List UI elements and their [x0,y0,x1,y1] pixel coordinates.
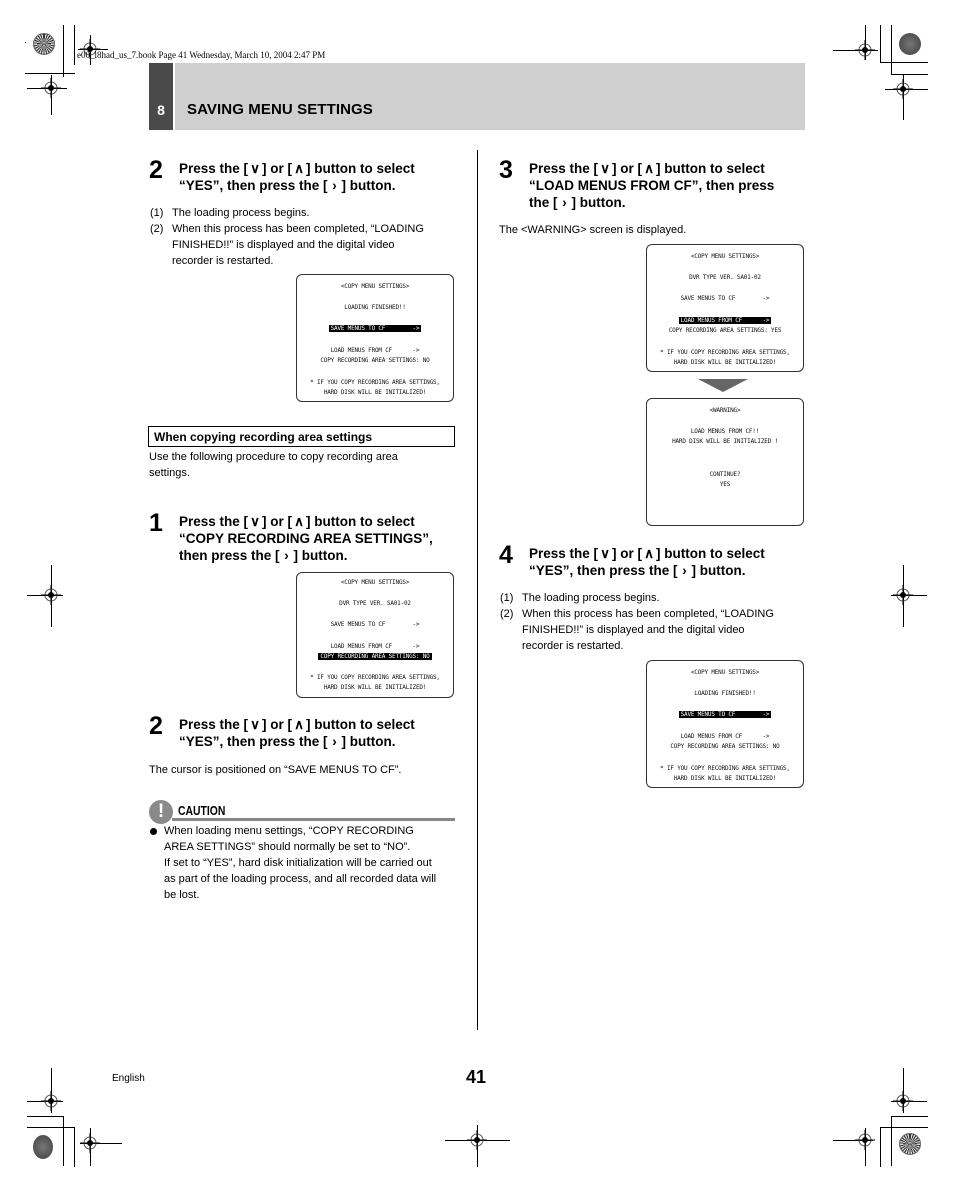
up-button-icon: ∧ [294,717,304,732]
subsection-title-box: When copying recording area settings [148,426,455,447]
chapter-number: 8 [157,102,165,118]
step-note: The <WARNING> screen is displayed. [499,224,687,236]
page-number: 41 [466,1067,487,1087]
osd-screen-copy-settings: <COPY MENU SETTINGS> DVR TYPE VER. SA01-… [296,572,454,698]
caution-label: CAUTION [178,803,226,818]
column-divider [477,150,478,1030]
down-button-icon: ∨ [600,546,610,561]
step-number: 4 [499,541,513,569]
right-button-icon: › [332,734,337,749]
down-button-icon: ∨ [250,161,260,176]
step-number: 2 [149,712,163,740]
right-button-icon: › [284,548,289,563]
subsection-title: When copying recording area settings [154,430,373,444]
up-button-icon: ∧ [644,161,654,176]
osd-screen-warning: <WARNING> LOAD MENUS FROM CF!! HARD DISK… [646,398,804,526]
list-item: (2) When this process has been completed,… [150,223,424,267]
chapter-number-box: 8 [149,63,173,130]
bullet-icon [150,828,157,835]
arrow-down-icon [698,379,748,392]
footer-language: English [112,1073,145,1084]
highlighted-menu-item: LOAD MENUS FROM CF -> [678,317,772,324]
step-note: The cursor is positioned on “SAVE MENUS … [149,764,402,776]
color-target-icon [33,1135,53,1159]
step-number: 2 [149,156,163,184]
osd-screen-loading-finished-final: <COPY MENU SETTINGS> LOADING FINISHED!! … [646,660,804,788]
caution-icon: ! [149,800,173,824]
list-item: (1) The loading process begins. [150,207,310,219]
up-button-icon: ∧ [644,546,654,561]
registration-mark-icon [855,40,875,60]
right-button-icon: › [682,563,687,578]
registration-mark-icon [855,1130,875,1150]
caution-divider [172,818,455,821]
page-title: SAVING MENU SETTINGS [187,101,373,118]
registration-mark-icon [467,1130,487,1150]
step-instruction: Press the [∨] or [∧] button to select “C… [179,514,433,563]
caution-text: When loading menu settings, “COPY RECORD… [164,825,437,901]
highlighted-menu-item: SAVE MENUS TO CF -> [328,325,422,332]
step-notes: (1) The loading process begins. (2) When t… [500,590,774,654]
down-button-icon: ∨ [250,514,260,529]
right-button-icon: › [332,178,337,193]
list-item: (2) When this process has been completed,… [500,608,774,652]
step-number: 1 [149,509,163,537]
registration-mark-icon [41,585,61,605]
registration-mark-icon [80,1133,100,1153]
color-target-icon [899,1133,921,1155]
color-target-icon [33,33,55,55]
step-instruction: Press the [∨] or [∧] button to select “Y… [179,717,415,749]
step-number: 3 [499,156,513,184]
step-instruction: Press the [∨] or [∧] button to select “Y… [529,546,765,578]
list-item: (1) The loading process begins. [500,592,660,604]
subsection-intro: Use the following procedure to copy reco… [149,451,398,479]
registration-mark-icon [893,585,913,605]
up-button-icon: ∧ [294,161,304,176]
section-header-bar: SAVING MENU SETTINGS [175,63,805,130]
step-instruction: Press the [∨] or [∧] button to select “L… [529,161,775,210]
right-button-icon: › [562,195,567,210]
registration-mark-icon [41,78,61,98]
color-target-icon [899,33,921,55]
registration-mark-icon [41,1091,61,1111]
osd-screen-load-menus: <COPY MENU SETTINGS> DVR TYPE VER. SA01-… [646,244,804,372]
down-button-icon: ∨ [250,717,260,732]
highlighted-menu-item: COPY RECORDING AREA SETTINGS: NO [318,653,432,660]
down-button-icon: ∨ [600,161,610,176]
registration-mark-icon [893,1091,913,1111]
highlighted-menu-item: SAVE MENUS TO CF -> [678,711,772,718]
up-button-icon: ∧ [294,514,304,529]
registration-mark-icon [893,79,913,99]
step-notes: (1) The loading process begins. (2) When t… [150,205,424,269]
print-slug: e00_l8had_us_7.book Page 41 Wednesday, M… [77,50,326,60]
step-instruction: Press the [∨] or [∧] button to select “Y… [179,161,415,193]
osd-screen-loading-finished: <COPY MENU SETTINGS> LOADING FINISHED!! … [296,274,454,402]
